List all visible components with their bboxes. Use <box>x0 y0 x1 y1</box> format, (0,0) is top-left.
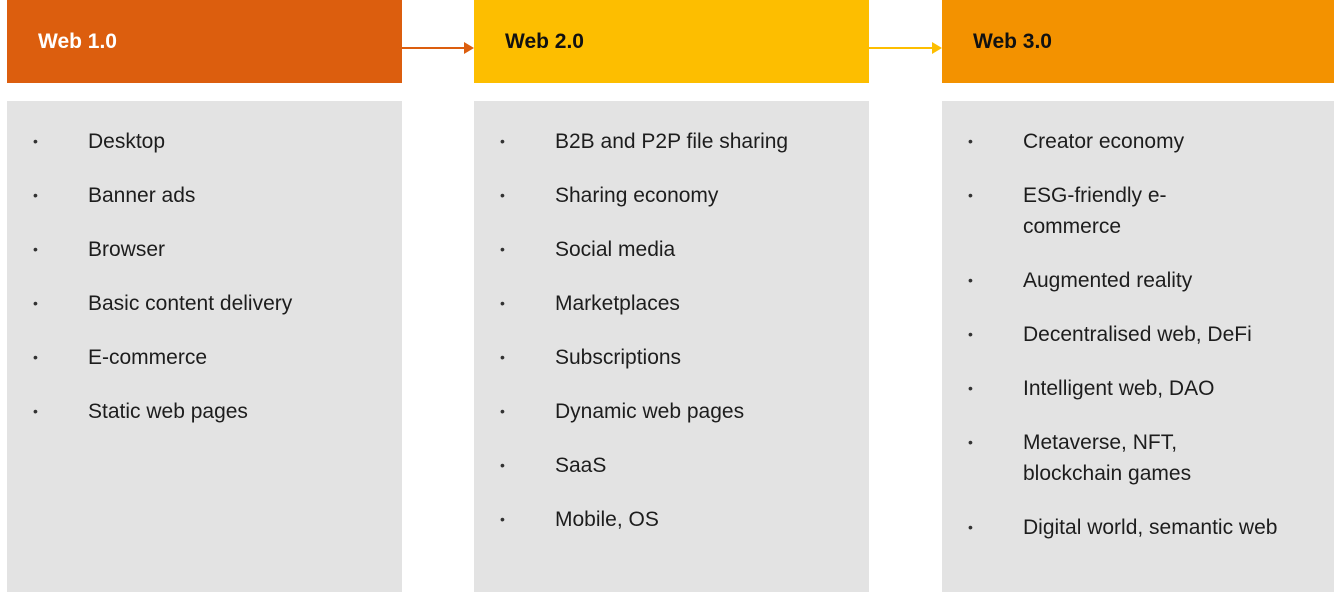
bullet-icon: • <box>968 187 973 203</box>
item-list: • B2B and P2P file sharing • Sharing econo… <box>474 126 869 535</box>
list-item: • E-commerce <box>7 342 402 373</box>
column-header-web1: Web 1.0 <box>7 0 402 83</box>
column-title: Web 3.0 <box>973 29 1052 53</box>
column-panel: • Creator economy • ESG-friendly e-commerc… <box>942 101 1334 592</box>
bullet-icon: • <box>968 272 973 288</box>
bullet-icon: • <box>500 133 505 149</box>
bullet-icon: • <box>968 326 973 342</box>
bullet-icon: • <box>33 403 38 419</box>
column-web2: Web 2.0 • B2B and P2P file sharing • Shari… <box>474 0 869 592</box>
bullet-icon: • <box>500 511 505 527</box>
list-item: • Browser <box>7 234 402 265</box>
bullet-icon: • <box>500 349 505 365</box>
column-header-web3: Web 3.0 <box>942 0 1334 83</box>
list-item: • Subscriptions <box>474 342 869 373</box>
list-item: • Sharing economy <box>474 180 869 211</box>
bullet-icon: • <box>500 295 505 311</box>
arrow-icon-web1-to-web2 <box>402 42 474 54</box>
item-list: • Creator economy • ESG-friendly e-commerc… <box>942 126 1334 543</box>
bullet-icon: • <box>500 403 505 419</box>
column-web3: Web 3.0 • Creator economy • ESG-friendly e… <box>942 0 1334 592</box>
list-item: • Mobile, OS <box>474 504 869 535</box>
bullet-icon: • <box>500 457 505 473</box>
column-header-web2: Web 2.0 <box>474 0 869 83</box>
bullet-icon: • <box>500 187 505 203</box>
list-item: • Social media <box>474 234 869 265</box>
list-item: • Marketplaces <box>474 288 869 319</box>
bullet-icon: • <box>33 187 38 203</box>
column-title: Web 1.0 <box>38 29 117 53</box>
column-panel: • B2B and P2P file sharing • Sharing econo… <box>474 101 869 592</box>
list-item: • Digital world, semantic web <box>942 512 1334 543</box>
list-item: • Creator economy <box>942 126 1334 157</box>
bullet-icon: • <box>33 349 38 365</box>
bullet-icon: • <box>33 133 38 149</box>
list-item: • Banner ads <box>7 180 402 211</box>
item-list: • Desktop • Banner ads • Browser • Basic con… <box>7 126 402 427</box>
list-item: • SaaS <box>474 450 869 481</box>
list-item: • ESG-friendly e-commerce <box>942 180 1334 242</box>
list-item: • Dynamic web pages <box>474 396 869 427</box>
list-item: • Decentralised web, DeFi <box>942 319 1334 350</box>
list-item: • Static web pages <box>7 396 402 427</box>
list-item: • Metaverse, NFT, blockchain games <box>942 427 1334 489</box>
bullet-icon: • <box>968 133 973 149</box>
bullet-icon: • <box>33 241 38 257</box>
list-item: • B2B and P2P file sharing <box>474 126 869 157</box>
column-web1: Web 1.0 • Desktop • Banner ads • Browser • B… <box>7 0 402 592</box>
arrow-icon-web2-to-web3 <box>869 42 942 54</box>
bullet-icon: • <box>500 241 505 257</box>
list-item: • Desktop <box>7 126 402 157</box>
list-item: • Intelligent web, DAO <box>942 373 1334 404</box>
column-title: Web 2.0 <box>505 29 584 53</box>
bullet-icon: • <box>968 434 973 450</box>
list-item: • Basic content delivery <box>7 288 402 319</box>
column-panel: • Desktop • Banner ads • Browser • Basic con… <box>7 101 402 592</box>
list-item: • Augmented reality <box>942 265 1334 296</box>
bullet-icon: • <box>968 380 973 396</box>
bullet-icon: • <box>33 295 38 311</box>
bullet-icon: • <box>968 519 973 535</box>
